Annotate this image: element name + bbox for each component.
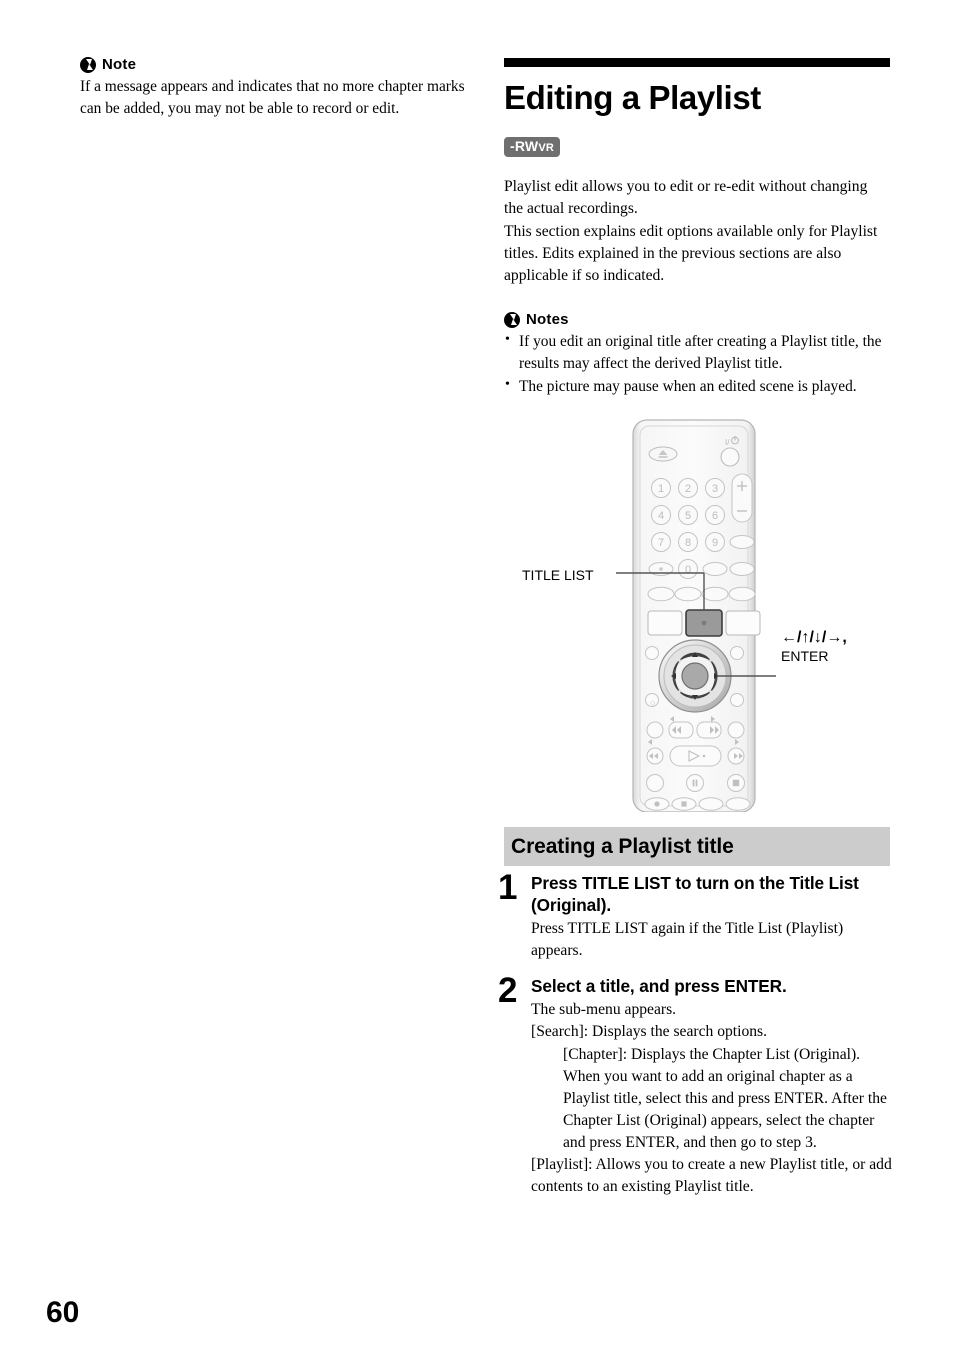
step-title: Press TITLE LIST to turn on the Title Li…: [531, 873, 859, 916]
step-1: 1 Press TITLE LIST to turn on the Title …: [498, 868, 894, 962]
notes-list: If you edit an original title after crea…: [504, 330, 890, 398]
note-heading: Note: [80, 56, 480, 73]
page-title: Editing a Playlist: [504, 79, 761, 116]
badge-main-label: -RW: [510, 137, 539, 154]
svg-text:I/: I/: [725, 438, 730, 447]
intro-paragraph-2: This section explains edit options avail…: [504, 222, 878, 285]
badge-sub-label: VR: [538, 141, 555, 154]
callout-enter-label: ENTER: [781, 648, 829, 664]
step-number: 1: [498, 868, 518, 907]
callout-title-list: TITLE LIST: [522, 567, 594, 585]
step-body-line: Press TITLE LIST again if the Title List…: [531, 920, 844, 960]
step-title: Select a title, and press ENTER.: [531, 976, 787, 997]
callout-arrow-keys-label: ←/↑/↓/→,: [781, 629, 847, 646]
callout-title-list-label: TITLE LIST: [522, 567, 594, 583]
step-content: Select a title, and press ENTER. The sub…: [531, 975, 894, 1198]
eject-button[interactable]: [648, 446, 678, 462]
right-column: Editing a Playlist -RWVR Playlist edit a…: [504, 58, 890, 399]
step-body-line: [Playlist]: Allows you to create a new P…: [531, 1156, 892, 1196]
page-number: 60: [46, 1296, 80, 1329]
step-body-line: [Search]: Displays the search options.: [531, 1023, 768, 1041]
remote-control-figure: I/ 1 2 3 4 5 6 7 8 9 0 ◇ TITLE LIST ←/↑/↓/→, E…: [504, 412, 890, 812]
transport-pause-stop-row[interactable]: [646, 774, 745, 792]
bolt-circle-icon: [80, 56, 96, 73]
svg-text:3: 3: [712, 483, 718, 495]
svg-text:4: 4: [658, 510, 664, 522]
step-2: 2 Select a title, and press ENTER. The s…: [498, 971, 894, 1198]
svg-text:0: 0: [685, 564, 691, 576]
step-body-line-indented: [Chapter]: Displays the Chapter List (Or…: [563, 1045, 887, 1152]
rect-key-left[interactable]: [647, 610, 683, 636]
intro-paragraphs: Playlist edit allows you to edit or re-e…: [504, 176, 890, 287]
bolt-circle-icon: [504, 311, 520, 328]
note-text: If a message appears and indicates that …: [80, 78, 465, 117]
callout-enter: ←/↑/↓/→, ENTER: [781, 628, 847, 666]
intro-paragraph-1: Playlist edit allows you to edit or re-e…: [504, 177, 868, 218]
notes-heading: Notes: [504, 311, 890, 328]
direction-pad[interactable]: [658, 639, 732, 713]
left-column: Note If a message appears and indicates …: [80, 56, 480, 120]
asterisk-key[interactable]: [648, 562, 674, 576]
note-heading-label: Note: [102, 56, 137, 73]
status-badge: -RWVR: [504, 136, 561, 157]
section-header-label: Creating a Playlist title: [511, 834, 734, 858]
svg-text:5: 5: [685, 510, 691, 522]
section-header: Creating a Playlist title: [504, 827, 890, 866]
notes-block: Notes If you edit an original title afte…: [504, 311, 890, 398]
steps-list: 1 Press TITLE LIST to turn on the Title …: [498, 868, 894, 1212]
channel-rocker[interactable]: [731, 473, 753, 523]
svg-text:2: 2: [685, 483, 691, 495]
step-body-line: The sub-menu appears.: [531, 1001, 677, 1019]
svg-text:8: 8: [685, 537, 691, 549]
title-list-key[interactable]: [685, 609, 723, 637]
svg-text:6: 6: [712, 510, 718, 522]
step-content: Press TITLE LIST to turn on the Title Li…: [531, 872, 894, 962]
step-number: 2: [498, 971, 518, 1011]
step-body: The sub-menu appears. [Search]: Displays…: [531, 999, 894, 1198]
svg-text:9: 9: [712, 537, 718, 549]
dpad-corner-mark: ◇: [650, 700, 656, 707]
svg-text:7: 7: [658, 537, 664, 549]
remote-control-illustration: I/ 1 2 3 4 5 6 7 8 9 0 ◇: [632, 419, 761, 812]
list-item: The picture may pause when an edited sce…: [504, 375, 890, 398]
list-item: If you edit an original title after crea…: [504, 330, 890, 375]
rect-key-right[interactable]: [725, 610, 761, 636]
title-rule-bar: [504, 58, 890, 67]
notes-heading-label: Notes: [526, 311, 569, 329]
svg-text:1: 1: [658, 483, 664, 495]
